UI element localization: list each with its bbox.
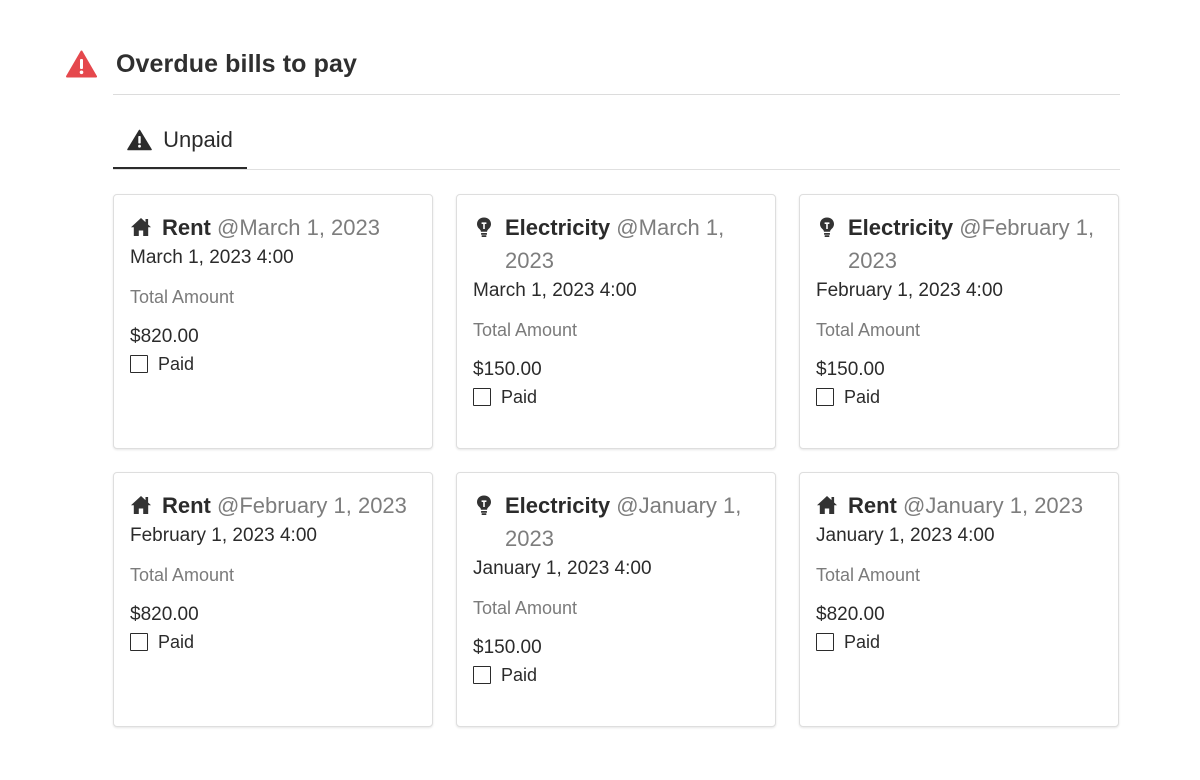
card-title: Rent @February 1, 2023 [130,489,416,522]
paid-label: Paid [158,631,195,652]
amount-label: Total Amount [816,320,921,340]
house-icon [131,496,151,514]
page-title: Overdue bills to pay [116,49,357,78]
bill-name: Rent [162,215,211,240]
bill-card[interactable]: Rent @February 1, 2023 February 1, 2023 … [113,472,433,727]
lightbulb-icon [477,217,491,237]
paid-row: Paid [130,630,416,654]
paid-checkbox[interactable] [816,388,834,406]
paid-label: Paid [844,386,881,407]
bill-datetime: March 1, 2023 4:00 [473,280,637,301]
amount-value: $150.00 [816,359,885,380]
view-tab-bar: Unpaid [113,110,1120,170]
paid-label: Paid [844,631,881,652]
bill-datetime: January 1, 2023 4:00 [473,558,652,579]
amount-label: Total Amount [130,565,235,585]
date-mention[interactable]: @February 1, 2023 [217,493,407,518]
paid-checkbox[interactable] [130,633,148,651]
paid-label: Paid [158,353,195,374]
tab-divider [113,169,1120,170]
page-header: Overdue bills to pay [66,46,357,82]
paid-checkbox[interactable] [473,666,491,684]
date-mention[interactable]: @January 1, 2023 [903,493,1083,518]
bill-name: Electricity [505,215,611,240]
paid-checkbox[interactable] [473,388,491,406]
amount-label: Total Amount [816,565,921,585]
paid-label: Paid [501,664,538,685]
paid-row: Paid [473,385,759,409]
house-icon [817,496,837,514]
date-mention[interactable]: @March 1, 2023 [217,215,380,240]
amount-value: $820.00 [816,604,885,625]
amount-value: $820.00 [130,326,199,347]
header-divider [113,94,1120,95]
paid-checkbox[interactable] [816,633,834,651]
amount-label: Total Amount [473,598,578,618]
card-title: Electricity @January 1, 2023 [473,489,759,555]
amount-value: $820.00 [130,604,199,625]
warning-triangle-icon [127,129,152,151]
paid-row: Paid [816,385,1102,409]
card-title: Rent @January 1, 2023 [816,489,1102,522]
card-title: Electricity @March 1, 2023 [473,211,759,277]
lightbulb-icon [477,495,491,515]
bill-card[interactable]: Rent @March 1, 2023 March 1, 2023 4:00 T… [113,194,433,449]
paid-row: Paid [473,663,759,687]
bill-name: Electricity [848,215,954,240]
card-title: Rent @March 1, 2023 [130,211,416,244]
amount-label: Total Amount [473,320,578,340]
house-icon [131,218,151,236]
bill-card[interactable]: Rent @January 1, 2023 January 1, 2023 4:… [799,472,1119,727]
bill-datetime: January 1, 2023 4:00 [816,525,995,546]
bill-name: Rent [848,493,897,518]
paid-checkbox[interactable] [130,355,148,373]
amount-value: $150.00 [473,359,542,380]
bill-card[interactable]: Electricity @March 1, 2023 March 1, 2023… [456,194,776,449]
amount-value: $150.00 [473,637,542,658]
card-title: Electricity @February 1, 2023 [816,211,1102,277]
paid-row: Paid [130,352,416,376]
bill-name: Electricity [505,493,611,518]
warning-triangle-icon [66,50,97,78]
bill-datetime: February 1, 2023 4:00 [130,525,317,546]
bill-datetime: March 1, 2023 4:00 [130,247,294,268]
tab-label: Unpaid [163,127,233,152]
bill-card[interactable]: Electricity @January 1, 2023 January 1, … [456,472,776,727]
amount-label: Total Amount [130,287,235,307]
bill-name: Rent [162,493,211,518]
paid-label: Paid [501,386,538,407]
lightbulb-icon [820,217,834,237]
bill-datetime: February 1, 2023 4:00 [816,280,1003,301]
tab-unpaid[interactable]: Unpaid [113,110,247,170]
paid-row: Paid [816,630,1102,654]
bill-card-gallery: Rent @March 1, 2023 March 1, 2023 4:00 T… [113,194,1120,727]
bill-card[interactable]: Electricity @February 1, 2023 February 1… [799,194,1119,449]
